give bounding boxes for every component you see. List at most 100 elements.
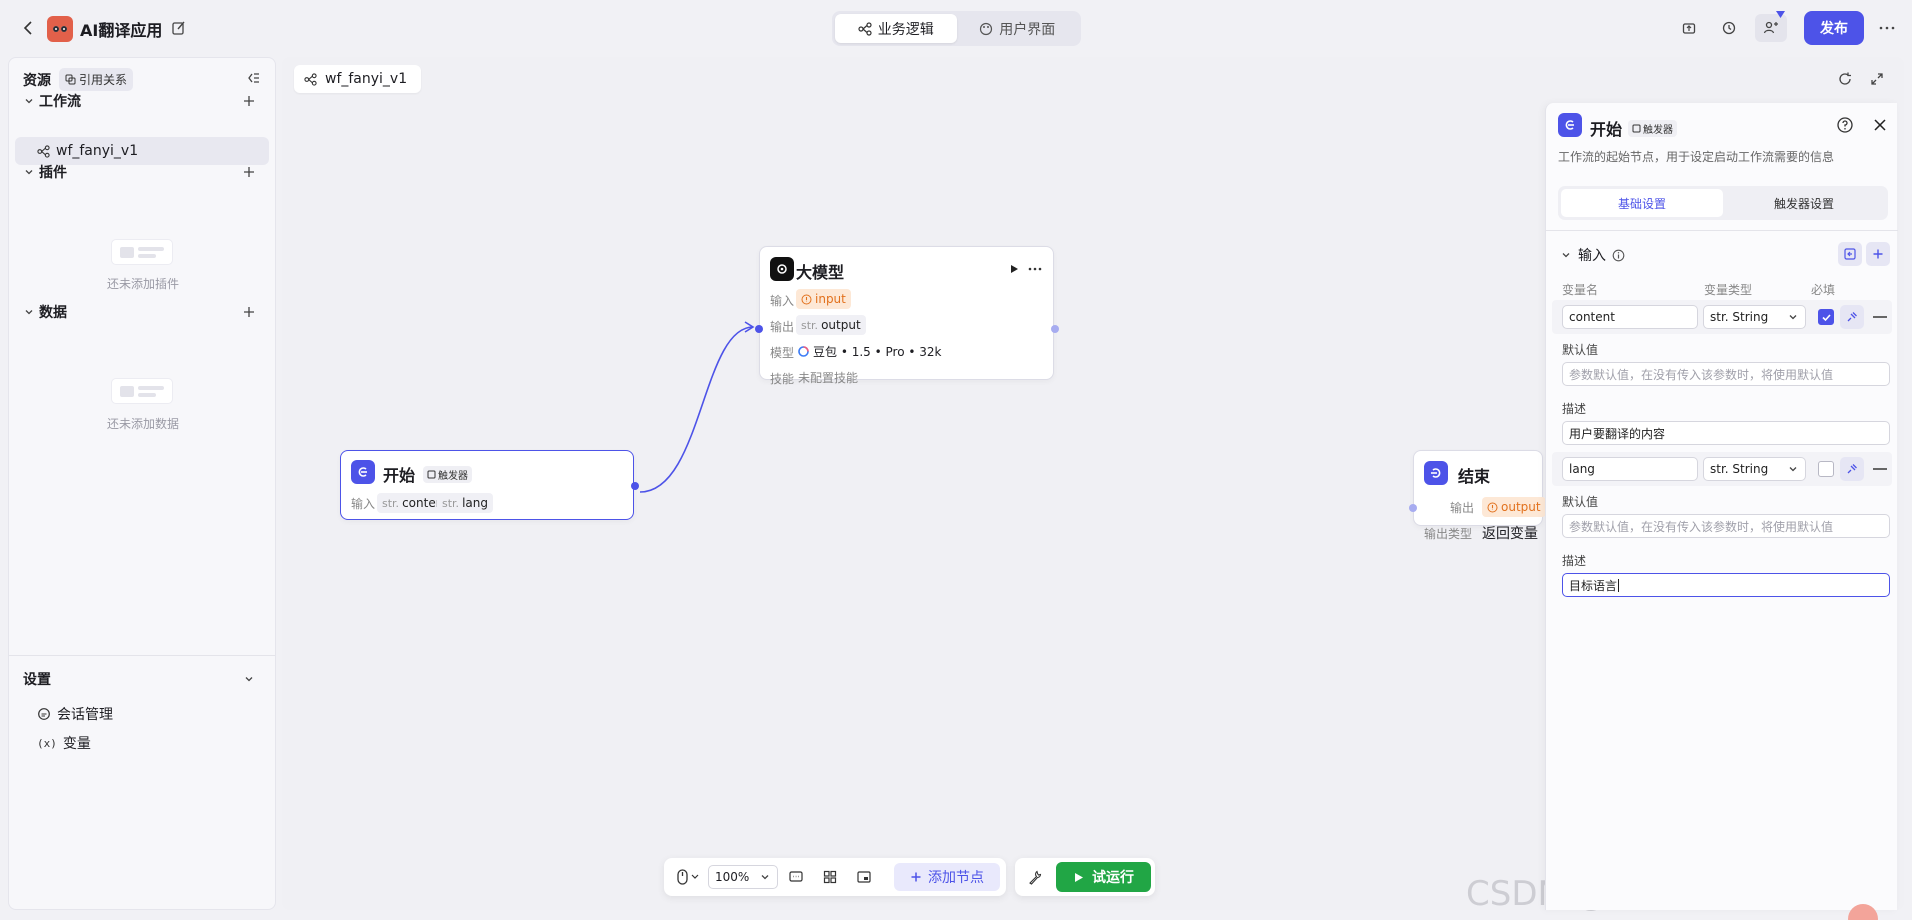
section-workflow-label: 工作流 [39,94,81,110]
pin-icon[interactable] [1840,457,1864,481]
sidebar-item-conversation[interactable]: 会话管理 [37,704,113,724]
warning-icon [1487,502,1498,513]
canvas-toolbar: 100% 添加节点 [664,858,1006,896]
start-node-icon [351,460,375,484]
zoom-select[interactable]: 100% [708,865,778,889]
start-node-input-label: 输入 [351,497,376,511]
param-type-select[interactable]: str. String [1703,457,1806,481]
required-checkbox[interactable] [1818,461,1834,477]
end-node-title: 结束 [1458,467,1491,486]
help-icon[interactable] [1835,115,1855,135]
column-header-name: 变量名 [1562,283,1599,297]
chevron-down-icon [1787,311,1799,323]
tab-user-interface[interactable]: 用户界面 [957,14,1079,43]
add-workflow-icon[interactable] [241,93,257,109]
llm-output-value: output [821,318,861,332]
input-section-label: 输入 [1578,248,1606,264]
trigger-chip: 触发器 [1628,119,1678,137]
more-icon[interactable] [1026,261,1044,277]
variable-icon: (x) [37,736,57,750]
param-type-select[interactable]: str. String [1703,305,1806,329]
default-value-input[interactable]: 参数默认值，在没有传入该参数时，将使用默认值 [1562,514,1890,538]
more-icon[interactable] [1874,14,1900,42]
trigger-icon [1632,124,1641,133]
param-name-input[interactable]: content [1562,305,1698,329]
default-value-input[interactable]: 参数默认值，在没有传入该参数时，将使用默认值 [1562,362,1890,386]
description-input[interactable]: 目标语言 [1562,573,1890,597]
start-input-lang-tag: str. lang [437,493,493,513]
upload-icon[interactable] [1675,14,1703,42]
add-data-icon[interactable] [241,304,257,320]
llm-model-label: 模型 [770,346,795,360]
history-icon[interactable] [1715,14,1743,42]
description-value: 目标语言 [1569,578,1618,593]
test-run-button[interactable]: 试运行 [1056,862,1151,892]
reference-relation-label: 引用关系 [79,73,128,87]
llm-skill-label: 技能 [770,372,795,386]
play-icon[interactable] [1006,261,1022,277]
close-icon[interactable] [1870,115,1890,135]
add-node-button[interactable]: 添加节点 [894,863,1000,891]
start-node[interactable]: 开始 触发器 输入 str. content str. lang [340,450,639,520]
reference-relation-button[interactable]: 引用关系 [59,68,134,91]
view-switcher: 业务逻辑 用户界面 [832,11,1081,46]
trigger-chip: 触发器 [423,465,473,483]
trigger-chip-label: 触发器 [438,470,469,482]
section-plugins[interactable]: 插件 [23,162,67,182]
edit-icon[interactable] [170,19,188,37]
required-checkbox[interactable] [1818,309,1834,325]
layout-grid-icon[interactable] [820,868,840,886]
collaborators-icon[interactable] [1755,14,1787,42]
end-node[interactable]: 结束 输出 output 输出类型 返回变量 [1409,450,1546,542]
llm-input-label: 输入 [770,294,795,308]
add-param-icon[interactable] [1866,242,1890,266]
conversation-icon [37,707,51,721]
input-section-header[interactable]: 输入 [1560,245,1625,265]
end-output-label: 输出 [1450,501,1475,515]
chevron-down-icon[interactable] [241,671,257,687]
sidebar-item-variables[interactable]: (x) 变量 [37,733,91,753]
collapse-fields-icon[interactable] [1838,242,1862,266]
tab-basic-settings[interactable]: 基础设置 [1561,189,1723,217]
zoom-value: 100% [715,870,750,884]
text-cursor [1618,578,1620,592]
start-output-port[interactable] [631,482,639,490]
workflow-icon [858,21,872,36]
remove-param-icon[interactable] [1873,468,1887,470]
pin-icon[interactable] [1840,305,1864,329]
description-input[interactable]: 用户要翻译的内容 [1562,421,1890,445]
tab-trigger-settings[interactable]: 触发器设置 [1723,189,1885,217]
mouse-mode-icon[interactable] [673,868,703,886]
node-config-panel: 开始 触发器 工作流的起始节点，用于设定启动工作流需要的信息 基础设置 触发器设… [1545,103,1898,910]
section-data[interactable]: 数据 [23,302,67,322]
comment-icon[interactable] [786,868,806,886]
sidebar-item-variables-label: 变量 [62,736,91,752]
sidebar-title: 资源 [23,72,51,89]
llm-output-port[interactable] [1051,325,1059,333]
llm-node[interactable]: 大模型 输入 input 输出 str. output 模型 豆包 • 1.5 •… [755,246,1059,386]
warning-icon [801,294,812,305]
resource-sidebar: 资源 引用关系 工作流 wf_fanyi_v1 插件 还未添加插件 数据 还未添… [8,57,276,910]
remove-param-icon[interactable] [1873,316,1887,318]
llm-input-port[interactable] [755,325,763,333]
section-workflow[interactable]: 工作流 [23,91,81,111]
back-arrow-icon[interactable] [18,17,40,39]
llm-input-value: input [815,292,846,306]
wrench-icon[interactable] [1025,868,1045,886]
section-settings[interactable]: 设置 [23,669,51,689]
add-plugin-icon[interactable] [241,164,257,180]
play-icon [1073,872,1084,883]
panel-description: 工作流的起始节点，用于设定启动工作流需要的信息 [1558,150,1835,164]
palette-icon [979,22,993,36]
llm-skill-value: 未配置技能 [798,371,859,385]
param-name-input[interactable]: lang [1562,457,1698,481]
end-input-port[interactable] [1409,504,1417,512]
minimap-icon[interactable] [854,868,874,886]
empty-data-illustration [111,378,173,404]
tab-business-logic[interactable]: 业务逻辑 [835,14,957,43]
sidebar-item-workflow[interactable]: wf_fanyi_v1 [15,137,269,165]
end-node-icon [1424,461,1448,485]
publish-button[interactable]: 发布 [1804,11,1864,45]
sidebar-header: 资源 引用关系 [23,68,134,91]
collapse-sidebar-icon[interactable] [245,70,261,86]
